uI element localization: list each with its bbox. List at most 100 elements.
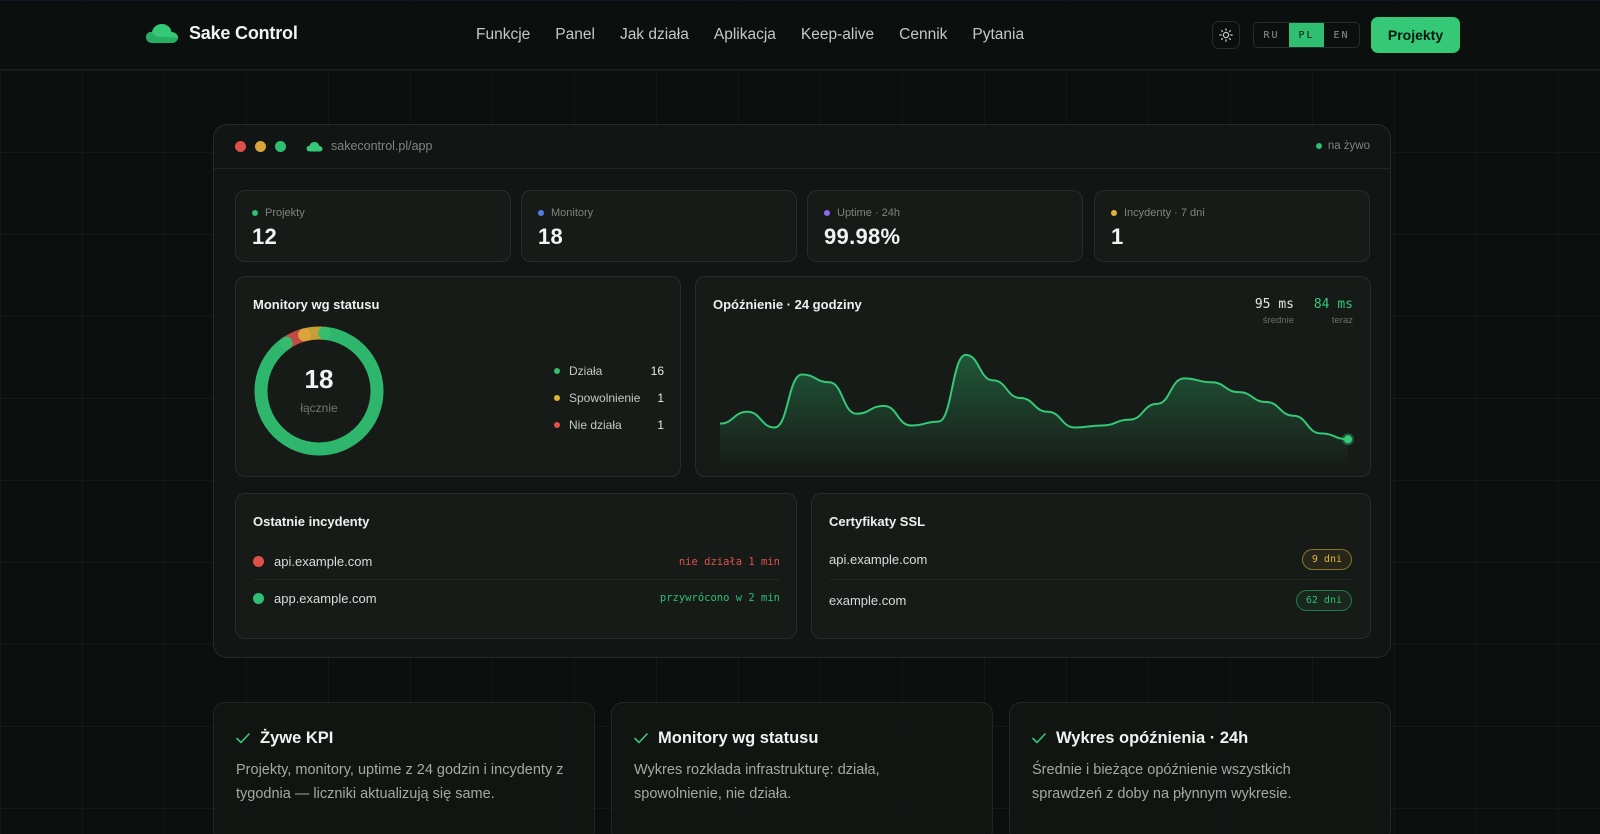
ssl-card-title: Certyfikaty SSL xyxy=(829,514,926,529)
kpi-card-projects: Projekty 12 xyxy=(235,190,511,262)
latency-average-label: średnie xyxy=(1262,315,1294,326)
incident-status-dot xyxy=(253,592,264,604)
ssl-row[interactable]: api.example.com 9 dni xyxy=(829,540,1352,580)
feature-title: Monitory wg statusu xyxy=(658,729,819,747)
incident-status: przywrócono w 2 min xyxy=(659,592,780,604)
brand-name: Sake Control xyxy=(189,22,298,43)
feature-description: Wykres rozkłada infrastrukturę: działa, … xyxy=(634,762,880,802)
legend-label: Nie działa xyxy=(569,417,622,432)
nav-link-funkcje[interactable]: Funkcje xyxy=(476,26,530,44)
feature-card-status: Monitory wg statusu Wykres rozkłada infr… xyxy=(611,702,993,834)
legend-dot xyxy=(554,421,560,428)
incident-status-dot xyxy=(253,556,264,567)
legend-item: Spowolnienie 1 xyxy=(554,384,664,411)
kpi-label: Uptime · 24h xyxy=(837,207,900,219)
lang-ru-button[interactable]: RU xyxy=(1254,23,1289,47)
ssl-row[interactable]: example.com 62 dni xyxy=(829,580,1352,620)
incident-host: api.example.com xyxy=(274,554,373,569)
feature-description: Projekty, monitory, uptime z 24 godzin i… xyxy=(236,762,564,802)
lang-pl-button[interactable]: PL xyxy=(1289,23,1324,47)
latency-card-title: Opóźnienie · 24 godziny xyxy=(713,297,862,312)
incident-status: nie działa 1 min xyxy=(678,555,780,568)
app-preview-window: sakecontrol.pl/app na żywo Projekty 12 M… xyxy=(213,124,1391,658)
nav-links: Funkcje Panel Jak działa Aplikacja Keep-… xyxy=(476,26,1024,44)
status-card-title: Monitory wg statusu xyxy=(253,297,380,312)
incident-row[interactable]: api.example.com nie działa 1 min xyxy=(253,544,780,580)
legend-label: Działa xyxy=(569,363,603,378)
nav-link-aplikacja[interactable]: Aplikacja xyxy=(714,26,776,44)
kpi-dot xyxy=(252,210,258,216)
feature-card-live-kpi: Żywe KPI Projekty, monitory, uptime z 24… xyxy=(213,702,595,834)
nav-link-jak-dziala[interactable]: Jak działa xyxy=(620,26,689,44)
kpi-label: Projekty xyxy=(265,207,305,219)
latency-average-value: 95 ms xyxy=(1254,297,1294,312)
brand-logo-link[interactable]: Sake Control xyxy=(145,22,298,44)
latency-current-point xyxy=(1344,435,1352,444)
nav-link-cennik[interactable]: Cennik xyxy=(899,26,947,44)
status-card: Monitory wg statusu 18 łącznie Działa 16 … xyxy=(235,276,681,477)
kpi-label: Incydenty · 7 dni xyxy=(1124,207,1205,219)
projects-button[interactable]: Projekty xyxy=(1371,17,1460,53)
ssl-days-badge: 62 dni xyxy=(1295,589,1352,611)
nav-link-keep-alive[interactable]: Keep-alive xyxy=(801,26,874,44)
latency-average: 95 ms średnie xyxy=(1255,297,1294,326)
legend-dot xyxy=(554,367,560,374)
legend-value: 1 xyxy=(657,417,664,432)
window-url: sakecontrol.pl/app xyxy=(306,139,432,153)
kpi-dot xyxy=(1111,210,1117,216)
legend-value: 16 xyxy=(650,363,664,378)
feature-title: Żywe KPI xyxy=(260,729,334,747)
nav-link-panel[interactable]: Panel xyxy=(555,26,595,44)
feature-description: Średnie i bieżące opóźnienie wszystkich … xyxy=(1032,762,1292,802)
feature-title: Wykres opóźnienia · 24h xyxy=(1056,729,1249,747)
lang-en-button[interactable]: EN xyxy=(1324,23,1359,47)
ssl-host: example.com xyxy=(829,592,907,608)
window-maximize-dot xyxy=(275,141,286,152)
feature-card-latency: Wykres opóźnienia · 24h Średnie i bieżąc… xyxy=(1009,702,1391,834)
latency-area-fill xyxy=(720,354,1348,467)
kpi-card-monitors: Monitory 18 xyxy=(521,190,797,262)
kpi-value: 18 xyxy=(538,224,564,249)
legend-dot xyxy=(554,394,560,401)
ssl-days-badge: 9 dni xyxy=(1301,549,1352,570)
theme-toggle-button[interactable] xyxy=(1212,21,1240,49)
incident-row[interactable]: app.example.com przywrócono w 2 min xyxy=(253,580,780,616)
cloud-icon xyxy=(306,141,323,151)
ssl-host: api.example.com xyxy=(829,552,928,567)
incidents-card-title: Ostatnie incydenty xyxy=(253,514,370,529)
latency-area-chart xyxy=(719,353,1354,467)
sun-icon xyxy=(1219,28,1233,42)
latency-now-value: 84 ms xyxy=(1313,297,1353,312)
live-dot xyxy=(1315,143,1322,149)
incident-host: app.example.com xyxy=(274,590,377,606)
kpi-card-uptime: Uptime · 24h 99.98% xyxy=(807,190,1083,262)
nav-link-pytania[interactable]: Pytania xyxy=(972,26,1024,44)
latency-now-label: teraz xyxy=(1331,315,1353,326)
kpi-dot xyxy=(538,210,544,216)
top-navigation: Sake Control Funkcje Panel Jak działa Ap… xyxy=(0,0,1600,70)
latency-now: 84 ms teraz xyxy=(1314,297,1353,326)
window-close-dot xyxy=(235,141,246,152)
legend-item: Nie działa 1 xyxy=(554,411,664,438)
check-icon xyxy=(1032,733,1046,744)
kpi-value: 99.98% xyxy=(824,224,901,249)
latency-card: Opóźnienie · 24 godziny 95 ms średnie 84… xyxy=(695,276,1371,477)
check-icon xyxy=(236,733,250,744)
window-url-text: sakecontrol.pl/app xyxy=(331,139,433,153)
live-indicator: na żywo xyxy=(1315,140,1370,152)
window-minimize-dot xyxy=(255,141,266,152)
ssl-card: Certyfikaty SSL api.example.com 9 dni ex… xyxy=(811,493,1371,639)
language-switcher: RU PL EN xyxy=(1253,22,1360,48)
kpi-card-incidents: Incydenty · 7 dni 1 xyxy=(1094,190,1370,262)
legend-value: 1 xyxy=(657,390,664,405)
cloud-logo-icon xyxy=(146,24,178,43)
kpi-label: Monitory xyxy=(551,207,594,219)
live-label: na żywo xyxy=(1327,140,1370,152)
kpi-dot xyxy=(824,210,830,216)
incidents-card: Ostatnie incydenty api.example.com nie d… xyxy=(235,493,797,639)
status-total-label: łącznie xyxy=(300,401,338,415)
legend-label: Spowolnienie xyxy=(569,390,641,405)
status-legend: Działa 16 Spowolnienie 1 Nie działa 1 xyxy=(554,357,664,438)
kpi-value: 1 xyxy=(1111,224,1124,249)
legend-item: Działa 16 xyxy=(554,357,664,384)
